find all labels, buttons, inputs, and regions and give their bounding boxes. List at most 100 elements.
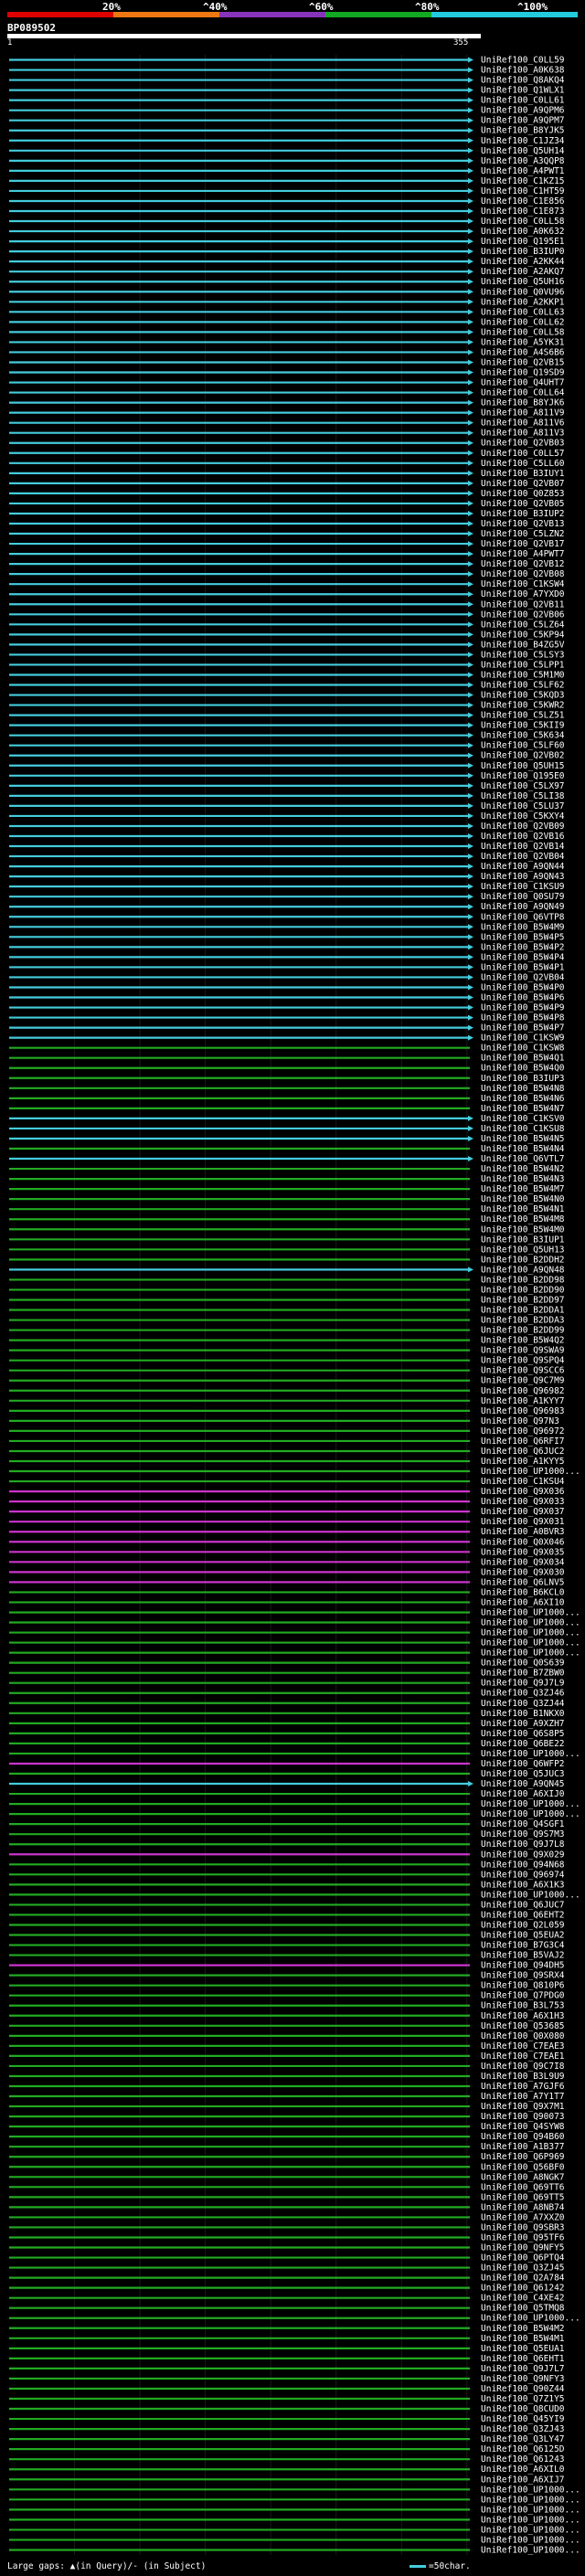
hit-label[interactable]: UniRef100_Q2VB03 — [481, 439, 565, 449]
hit-label[interactable]: UniRef100_Q6S8P5 — [481, 1729, 565, 1739]
hit-label[interactable]: UniRef100_C7EAE3 — [481, 2041, 565, 2051]
hit-label[interactable]: UniRef100_A811V3 — [481, 429, 565, 439]
hit-label[interactable]: UniRef100_Q2VB05 — [481, 499, 565, 509]
hit-label[interactable]: UniRef100_C5K634 — [481, 731, 565, 741]
hit-label[interactable]: UniRef100_B7ZBW0 — [481, 1669, 565, 1679]
hit-label[interactable]: UniRef100_Q3ZJ43 — [481, 2424, 565, 2434]
hit-label[interactable]: UniRef100_UP1000... — [481, 1809, 580, 1819]
hit-label[interactable]: UniRef100_C0LL62 — [481, 317, 565, 327]
hit-label[interactable]: UniRef100_B2DDA3 — [481, 1316, 565, 1326]
hit-label[interactable]: UniRef100_B3L753 — [481, 2001, 565, 2011]
hit-label[interactable]: UniRef100_UP1000... — [481, 1638, 580, 1648]
hit-label[interactable]: UniRef100_Q6VTL7 — [481, 1154, 565, 1164]
hit-label[interactable]: UniRef100_A6X1K3 — [481, 1880, 565, 1890]
hit-label[interactable]: UniRef100_B5W4Q2 — [481, 1336, 565, 1346]
hit-label[interactable]: UniRef100_C5LX97 — [481, 781, 565, 791]
hit-label[interactable]: UniRef100_B5W4P8 — [481, 1013, 565, 1023]
hit-label[interactable]: UniRef100_C5LF62 — [481, 681, 565, 691]
hit-label[interactable]: UniRef100_C5KXY4 — [481, 811, 565, 822]
hit-label[interactable]: UniRef100_UP1000... — [481, 2485, 580, 2495]
hit-label[interactable]: UniRef100_B3IUP2 — [481, 509, 565, 519]
hit-label[interactable]: UniRef100_UP1000... — [481, 2525, 580, 2535]
hit-label[interactable]: UniRef100_Q2VB17 — [481, 539, 565, 549]
hit-label[interactable]: UniRef100_Q3ZJ46 — [481, 1689, 565, 1699]
hit-label[interactable]: UniRef100_B8YJK6 — [481, 398, 565, 408]
hit-label[interactable]: UniRef100_A2KK44 — [481, 257, 565, 267]
hit-label[interactable]: UniRef100_Q94B60 — [481, 2132, 565, 2142]
hit-label[interactable]: UniRef100_A9QN49 — [481, 902, 565, 912]
hit-label[interactable]: UniRef100_C1KSW4 — [481, 579, 565, 589]
hit-label[interactable]: UniRef100_Q2VB04 — [481, 972, 565, 982]
hit-label[interactable]: UniRef100_A9QN44 — [481, 862, 565, 872]
hit-label[interactable]: UniRef100_UP1000... — [481, 2545, 580, 2555]
hit-label[interactable]: UniRef100_B2DD99 — [481, 1326, 565, 1336]
hit-label[interactable]: UniRef100_Q5EUA1 — [481, 2344, 565, 2354]
hit-label[interactable]: UniRef100_B5W4P2 — [481, 942, 565, 952]
hit-label[interactable]: UniRef100_C7EAE1 — [481, 2051, 565, 2062]
hit-label[interactable]: UniRef100_C0LL61 — [481, 96, 565, 106]
hit-label[interactable]: UniRef100_Q5TMQ8 — [481, 2304, 565, 2314]
hit-label[interactable]: UniRef100_Q195E1 — [481, 237, 565, 247]
hit-label[interactable]: UniRef100_A9XZH7 — [481, 1719, 565, 1729]
hit-label[interactable]: UniRef100_Q2VB11 — [481, 599, 565, 610]
hit-label[interactable]: UniRef100_Q9NFY3 — [481, 2374, 565, 2384]
hit-label[interactable]: UniRef100_A4PWT7 — [481, 549, 565, 559]
hit-label[interactable]: UniRef100_Q5EUA2 — [481, 1931, 565, 1941]
hit-label[interactable]: UniRef100_Q9J7L9 — [481, 1679, 565, 1689]
hit-label[interactable]: UniRef100_Q810P6 — [481, 1981, 565, 1991]
hit-label[interactable]: UniRef100_Q9S7M3 — [481, 1829, 565, 1839]
hit-label[interactable]: UniRef100_Q2VB04 — [481, 852, 565, 862]
hit-label[interactable]: UniRef100_Q2A784 — [481, 2274, 565, 2284]
hit-label[interactable]: UniRef100_Q0Z853 — [481, 489, 565, 499]
hit-label[interactable]: UniRef100_Q6VTP8 — [481, 912, 565, 922]
hit-label[interactable]: UniRef100_Q7PDG0 — [481, 1991, 565, 2001]
hit-label[interactable]: UniRef100_C5LU37 — [481, 801, 565, 811]
hit-label[interactable]: UniRef100_A2KKP1 — [481, 297, 565, 307]
hit-label[interactable]: UniRef100_Q2VB15 — [481, 357, 565, 367]
hit-label[interactable]: UniRef100_B5W4P0 — [481, 982, 565, 992]
hit-label[interactable]: UniRef100_A6XIJ7 — [481, 2475, 565, 2485]
hit-label[interactable]: UniRef100_B3IUP1 — [481, 1235, 565, 1245]
hit-label[interactable]: UniRef100_UP1000... — [481, 1648, 580, 1659]
hit-label[interactable]: UniRef100_Q5UH13 — [481, 1245, 565, 1255]
hit-label[interactable]: UniRef100_A9QN48 — [481, 1265, 565, 1275]
hit-label[interactable]: UniRef100_B5W4P4 — [481, 952, 565, 962]
hit-label[interactable]: UniRef100_B4ZG5V — [481, 640, 565, 650]
hit-label[interactable]: UniRef100_C1KSW9 — [481, 1034, 565, 1044]
hit-label[interactable]: UniRef100_Q0SU79 — [481, 892, 565, 902]
hit-label[interactable]: UniRef100_B2DD97 — [481, 1295, 565, 1305]
hit-label[interactable]: UniRef100_C0LL64 — [481, 388, 565, 398]
hit-label[interactable]: UniRef100_Q8CUD0 — [481, 2404, 565, 2414]
hit-label[interactable]: UniRef100_Q2VB08 — [481, 569, 565, 579]
hit-label[interactable]: UniRef100_C5LF60 — [481, 741, 565, 751]
hit-label[interactable]: UniRef100_A0BVR3 — [481, 1527, 565, 1537]
hit-label[interactable]: UniRef100_Q9X036 — [481, 1487, 565, 1497]
hit-label[interactable]: UniRef100_B7G3C4 — [481, 1941, 565, 1951]
hit-label[interactable]: UniRef100_Q195E0 — [481, 771, 565, 781]
hit-label[interactable]: UniRef100_A6XI10 — [481, 1597, 565, 1607]
hit-label[interactable]: UniRef100_C1E856 — [481, 196, 565, 207]
hit-label[interactable]: UniRef100_C5LZ51 — [481, 711, 565, 721]
hit-label[interactable]: UniRef100_C0LL63 — [481, 307, 565, 317]
hit-label[interactable]: UniRef100_A9QPM7 — [481, 116, 565, 126]
hit-label[interactable]: UniRef100_C0LL59 — [481, 56, 565, 66]
hit-label[interactable]: UniRef100_B2DD90 — [481, 1285, 565, 1295]
hit-label[interactable]: UniRef100_B5W4N0 — [481, 1194, 565, 1204]
hit-label[interactable]: UniRef100_UP1000... — [481, 1799, 580, 1809]
hit-label[interactable]: UniRef100_C1KSW8 — [481, 1044, 565, 1054]
hit-label[interactable]: UniRef100_Q61243 — [481, 2454, 565, 2465]
hit-label[interactable]: UniRef100_Q8AKQ4 — [481, 76, 565, 86]
hit-label[interactable]: UniRef100_Q56BF0 — [481, 2162, 565, 2172]
hit-label[interactable]: UniRef100_Q45YI9 — [481, 2414, 565, 2424]
hit-label[interactable]: UniRef100_C0LL58 — [481, 327, 565, 337]
hit-label[interactable]: UniRef100_B5W4P5 — [481, 932, 565, 942]
hit-label[interactable]: UniRef100_Q2VB07 — [481, 479, 565, 489]
hit-label[interactable]: UniRef100_C4XE42 — [481, 2294, 565, 2304]
hit-label[interactable]: UniRef100_UP1000... — [481, 2505, 580, 2515]
hit-label[interactable]: UniRef100_C5LZN2 — [481, 529, 565, 539]
hit-label[interactable]: UniRef100_Q7Z1Y5 — [481, 2394, 565, 2404]
hit-label[interactable]: UniRef100_B5VAJ2 — [481, 1951, 565, 1961]
hit-label[interactable]: UniRef100_A9QN45 — [481, 1779, 565, 1789]
hit-label[interactable]: UniRef100_Q6JUC7 — [481, 1900, 565, 1910]
hit-label[interactable]: UniRef100_Q9X029 — [481, 1850, 565, 1860]
